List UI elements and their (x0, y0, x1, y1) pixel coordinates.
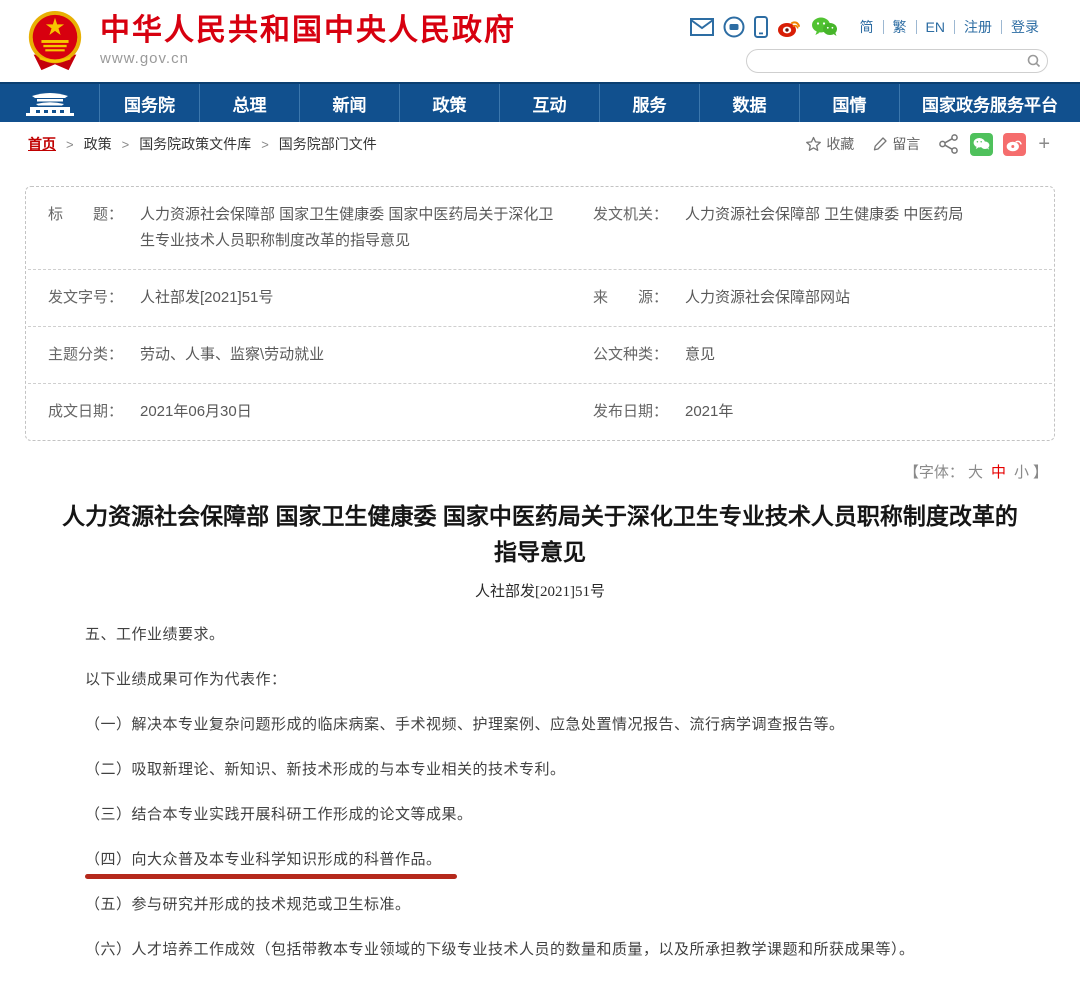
favorite-button[interactable]: 收藏 (805, 134, 854, 154)
red-underline-annotation (85, 874, 457, 879)
breadcrumb-bar: 首页 > 政策 > 国务院政策文件库 > 国务院部门文件 收藏 留言 (0, 122, 1080, 166)
lang-english-link[interactable]: EN (916, 20, 954, 34)
search-input[interactable] (747, 51, 1021, 71)
national-emblem-icon (24, 8, 86, 74)
meta-row-category-type: 主题分类： 劳动、人事、监察\劳动就业 公文种类： 意见 (28, 327, 1052, 384)
meta-value-source: 人力资源社会保障部网站 (685, 285, 878, 311)
paragraph-item-1: （一）解决本专业复杂问题形成的临床病案、手术视频、护理案例、应急处置情况报告、流… (85, 714, 1020, 736)
breadcrumb-department-documents[interactable]: 国务院部门文件 (279, 134, 377, 154)
meta-value-doc-number: 人社部发[2021]51号 (140, 285, 301, 311)
breadcrumb-home[interactable]: 首页 (28, 134, 56, 154)
font-selector-suffix: 】 (1033, 464, 1048, 481)
paragraph-item-2: （二）吸取新理论、新知识、新技术形成的与本专业相关的技术专利。 (85, 759, 1020, 781)
document-number: 人社部发[2021]51号 (60, 580, 1020, 601)
meta-label-source: 来 源： (593, 285, 685, 311)
nav-item-gov-service-platform[interactable]: 国家政务服务平台 (900, 84, 1080, 122)
paragraph-item-5: （五）参与研究并形成的技术规范或卫生标准。 (85, 894, 1020, 916)
paragraph-intro: 以下业绩成果可作为代表作： (85, 669, 1020, 691)
paragraph-item-6: （六）人才培养工作成效（包括带教本专业领域的下级专业技术人员的数量和质量，以及所… (85, 939, 1020, 961)
paragraph-section-heading: 五、工作业绩要求。 (85, 624, 1020, 646)
search-box (746, 49, 1048, 73)
font-size-large[interactable]: 大 (968, 464, 983, 481)
comment-button[interactable]: 留言 (872, 134, 920, 154)
nav-item-data[interactable]: 数据 (700, 84, 800, 122)
meta-label-written-date: 成文日期： (48, 399, 140, 425)
site-header: 中华人民共和国中央人民政府 www.gov.cn (0, 0, 1080, 82)
nav-item-services[interactable]: 服务 (600, 84, 700, 122)
font-size-medium[interactable]: 中 (991, 464, 1006, 481)
meta-label-document-type: 公文种类： (593, 342, 685, 368)
login-link[interactable]: 登录 (1001, 20, 1048, 34)
register-link[interactable]: 注册 (954, 20, 1001, 34)
paragraph-item-3: （三）结合本专业实践开展科研工作形成的论文等成果。 (85, 804, 1020, 826)
nav-item-state-council[interactable]: 国务院 (100, 84, 200, 122)
star-icon (805, 136, 822, 153)
font-selector-prefix: 【字体： (904, 464, 964, 481)
breadcrumb-separator: > (261, 137, 269, 152)
weibo-icon[interactable] (777, 16, 802, 38)
site-title: 中华人民共和国中央人民政府 (100, 14, 516, 48)
search-icon[interactable] (1021, 50, 1047, 72)
meta-value-written-date: 2021年06月30日 (140, 399, 280, 425)
meta-value-topic-category: 劳动、人事、监察\劳动就业 (140, 342, 352, 368)
main-nav: 国务院 总理 新闻 政策 互动 服务 数据 国情 国家政务服务平台 (0, 82, 1080, 122)
font-size-selector: 【字体：大中小】 (0, 441, 1080, 482)
lang-simplified-link[interactable]: 简 (851, 20, 883, 34)
mail-icon[interactable] (690, 18, 714, 36)
mobile-icon[interactable] (754, 16, 768, 38)
message-icon[interactable] (723, 16, 745, 38)
meta-label-issuing-agency: 发文机关： (593, 202, 685, 254)
nav-item-interaction[interactable]: 互动 (500, 84, 600, 122)
comment-label: 留言 (892, 134, 920, 154)
breadcrumb-separator: > (66, 137, 74, 152)
breadcrumb: 首页 > 政策 > 国务院政策文件库 > 国务院部门文件 (28, 134, 377, 154)
meta-label-topic-category: 主题分类： (48, 342, 140, 368)
nav-item-premier[interactable]: 总理 (200, 84, 300, 122)
document-article: 人力资源社会保障部 国家卫生健康委 国家中医药局关于深化卫生专业技术人员职称制度… (0, 482, 1080, 984)
share-weibo-icon[interactable] (1003, 133, 1026, 156)
nav-item-policy[interactable]: 政策 (400, 84, 500, 122)
meta-label-publish-date: 发布日期： (593, 399, 685, 425)
site-brand[interactable]: 中华人民共和国中央人民政府 www.gov.cn (24, 8, 516, 74)
page-actions: 收藏 留言 (805, 133, 1050, 156)
share-wechat-icon[interactable] (970, 133, 993, 156)
favorite-label: 收藏 (826, 134, 854, 154)
meta-value-title: 人力资源社会保障部 国家卫生健康委 国家中医药局关于深化卫生专业技术人员职称制度… (140, 202, 593, 254)
pencil-icon (872, 136, 888, 152)
font-size-small[interactable]: 小 (1014, 464, 1029, 481)
breadcrumb-policy[interactable]: 政策 (84, 134, 112, 154)
meta-label-doc-number: 发文字号： (48, 285, 140, 311)
meta-value-issuing-agency: 人力资源社会保障部 卫生健康委 中医药局 (685, 202, 991, 254)
breadcrumb-policy-library[interactable]: 国务院政策文件库 (139, 134, 251, 154)
meta-row-docnumber-source: 发文字号： 人社部发[2021]51号 来 源： 人力资源社会保障部网站 (28, 270, 1052, 327)
meta-label-title: 标 题： (48, 202, 140, 254)
meta-row-title-agency: 标 题： 人力资源社会保障部 国家卫生健康委 国家中医药局关于深化卫生专业技术人… (28, 187, 1052, 270)
share-icon[interactable] (938, 133, 960, 155)
nav-home-tiananmen[interactable] (0, 84, 100, 122)
document-body: 五、工作业绩要求。 以下业绩成果可作为代表作： （一）解决本专业复杂问题形成的临… (60, 624, 1020, 984)
document-title: 人力资源社会保障部 国家卫生健康委 国家中医药局关于深化卫生专业技术人员职称制度… (60, 498, 1020, 570)
paragraph-item-4-highlighted: （四）向大众普及本专业科学知识形成的科普作品。 (85, 849, 1020, 871)
plus-icon[interactable]: + (1038, 134, 1050, 154)
nav-item-national-conditions[interactable]: 国情 (800, 84, 900, 122)
meta-value-document-type: 意见 (685, 342, 743, 368)
nav-item-news[interactable]: 新闻 (300, 84, 400, 122)
lang-traditional-link[interactable]: 繁 (883, 20, 916, 34)
meta-value-publish-date: 2021年 (685, 399, 761, 425)
lang-account-links: 简 繁 EN 注册 登录 (851, 20, 1048, 34)
meta-row-dates: 成文日期： 2021年06月30日 发布日期： 2021年 (28, 384, 1052, 440)
document-meta-table: 标 题： 人力资源社会保障部 国家卫生健康委 国家中医药局关于深化卫生专业技术人… (25, 186, 1055, 441)
wechat-icon[interactable] (811, 16, 838, 38)
tiananmen-icon (24, 90, 76, 116)
site-url: www.gov.cn (100, 50, 516, 67)
breadcrumb-separator: > (122, 137, 130, 152)
